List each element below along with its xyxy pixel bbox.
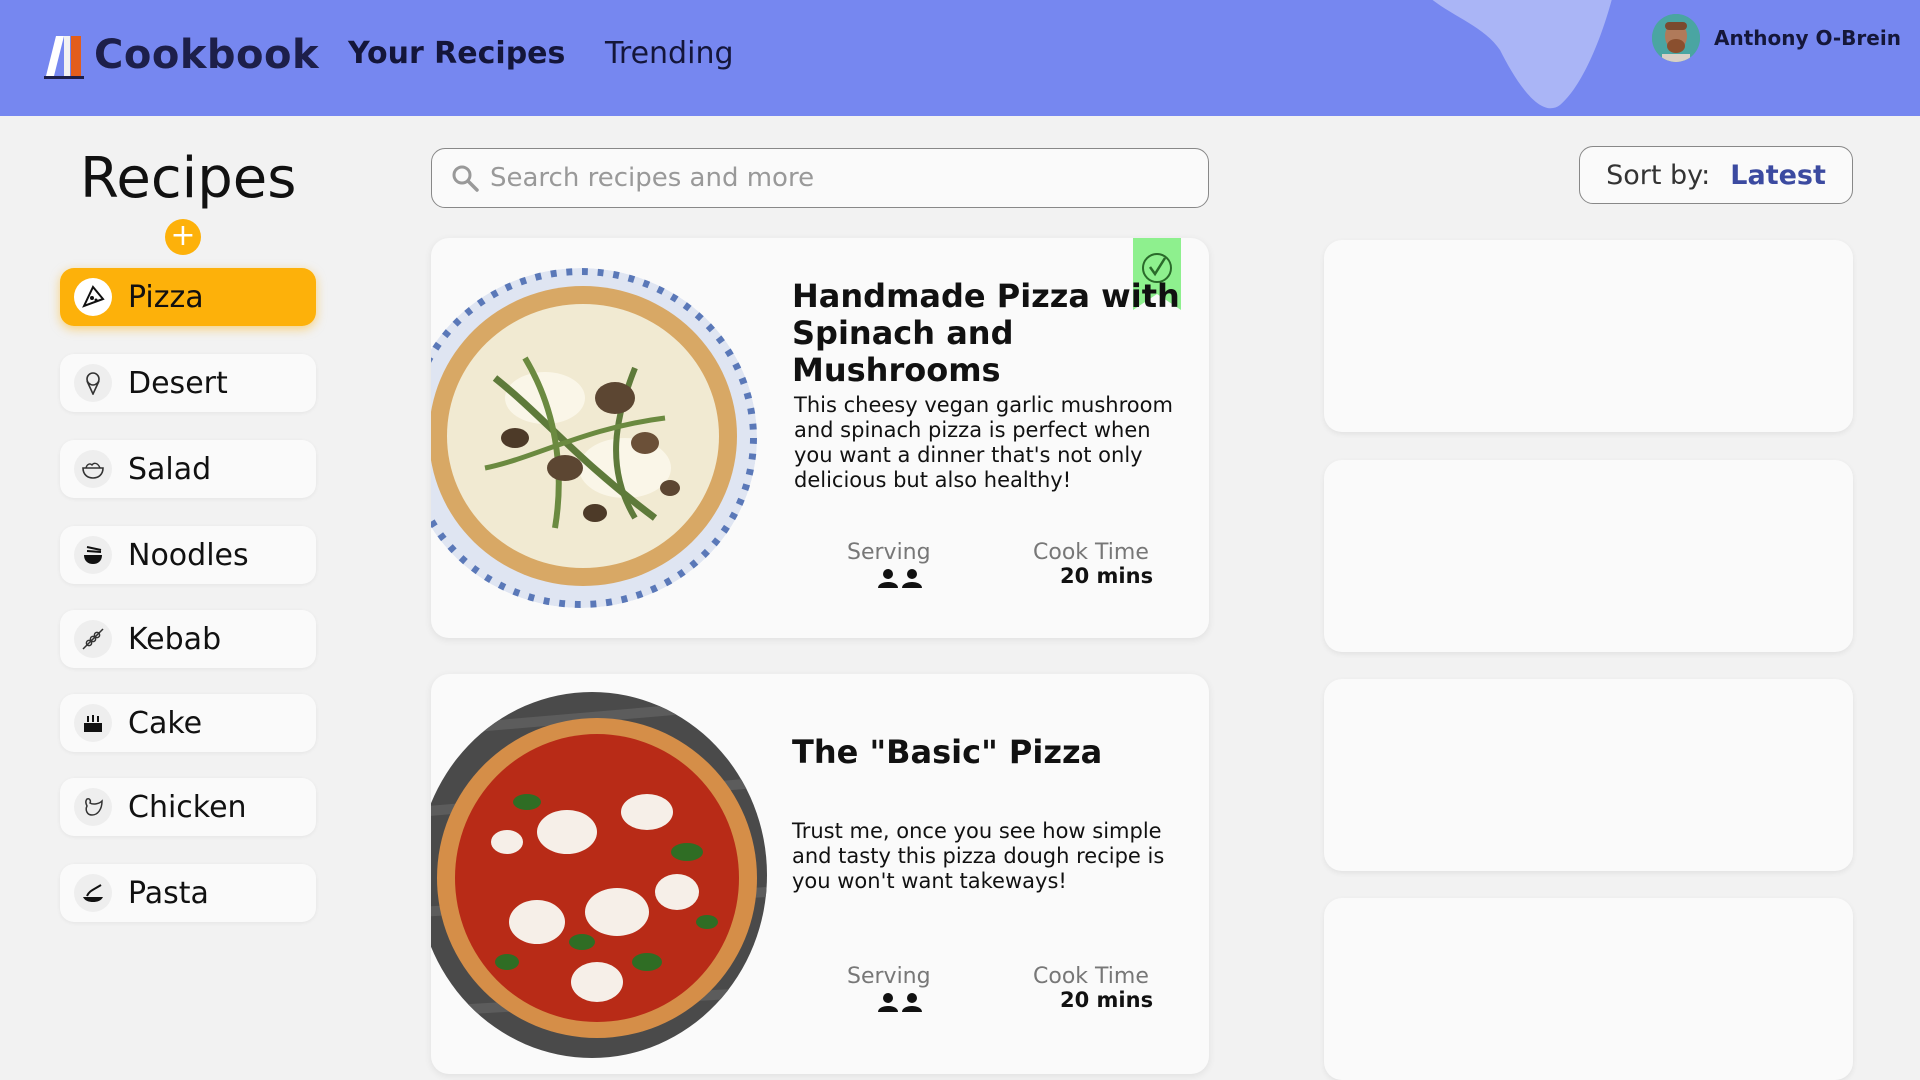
category-noodles[interactable]: Noodles	[60, 526, 316, 584]
serving-label: Serving	[847, 964, 931, 989]
sort-dropdown[interactable]: Sort by: Latest	[1579, 146, 1853, 204]
recipe-image	[431, 692, 767, 1058]
search-icon	[452, 165, 479, 192]
books-logo-icon	[44, 36, 84, 79]
sort-label: Sort by:	[1606, 159, 1711, 191]
recipe-card[interactable]: Handmade Pizza with Spinach and Mushroom…	[431, 238, 1209, 638]
cook-time-value: 20 mins	[1060, 564, 1154, 588]
cook-time-label: Cook Time	[1033, 964, 1149, 989]
page-title: Recipes	[80, 146, 297, 211]
search-input[interactable]	[490, 163, 1190, 193]
recipe-card[interactable]: The "Basic" Pizza Trust me, once you see…	[431, 674, 1209, 1074]
serving-icons	[878, 992, 922, 1012]
recipe-description: This cheesy vegan garlic mushroom and sp…	[794, 393, 1173, 492]
chicken-icon	[74, 788, 112, 826]
cake-icon	[74, 704, 112, 742]
serving-label: Serving	[847, 540, 931, 565]
user-profile[interactable]: Anthony O-Brein	[1652, 14, 1901, 62]
placeholder-panel	[1324, 898, 1853, 1080]
category-label: Salad	[128, 451, 212, 487]
placeholder-panel	[1324, 679, 1853, 871]
user-avatar-icon	[1652, 14, 1700, 62]
category-label: Cake	[128, 705, 203, 741]
pizza-icon	[74, 278, 112, 316]
logo-text: Cookbook	[94, 32, 320, 78]
category-cake[interactable]: Cake	[60, 694, 316, 752]
category-pizza[interactable]: Pizza	[60, 268, 316, 326]
category-chicken[interactable]: Chicken	[60, 778, 316, 836]
placeholder-panel	[1324, 240, 1853, 432]
recipe-image	[431, 268, 757, 608]
recipe-title: Handmade Pizza with Spinach and Mushroom…	[792, 277, 1180, 389]
ice-cream-icon	[74, 364, 112, 402]
category-label: Pasta	[128, 875, 209, 911]
recipe-title: The "Basic" Pizza	[792, 733, 1103, 771]
recipe-description: Trust me, once you see how simple and ta…	[792, 819, 1165, 893]
cook-time-label: Cook Time	[1033, 540, 1149, 565]
category-label: Kebab	[128, 621, 222, 657]
category-salad[interactable]: Salad	[60, 440, 316, 498]
category-pasta[interactable]: Pasta	[60, 864, 316, 922]
kebab-icon	[74, 620, 112, 658]
category-label: Pizza	[128, 279, 204, 315]
category-kebab[interactable]: Kebab	[60, 610, 316, 668]
serving-icons	[878, 568, 922, 588]
top-navigation-bar: Cookbook Your Recipes Trending Anthony O…	[0, 0, 1920, 116]
decorative-blob	[1432, 0, 1612, 109]
app-logo[interactable]: Cookbook	[42, 30, 319, 80]
person-icon	[878, 993, 898, 1012]
category-desert[interactable]: Desert	[60, 354, 316, 412]
person-icon	[878, 569, 898, 588]
category-label: Desert	[128, 365, 228, 401]
nav-your-recipes[interactable]: Your Recipes	[348, 36, 565, 71]
category-label: Noodles	[128, 537, 249, 573]
avatar	[1652, 14, 1700, 62]
noodles-icon	[74, 536, 112, 574]
nav-trending[interactable]: Trending	[605, 36, 734, 71]
placeholder-panel	[1324, 460, 1853, 652]
add-recipe-button[interactable]: +	[165, 219, 201, 255]
category-label: Chicken	[128, 789, 247, 825]
pasta-icon	[74, 874, 112, 912]
person-icon	[902, 569, 922, 588]
person-icon	[902, 993, 922, 1012]
salad-bowl-icon	[74, 450, 112, 488]
sort-value: Latest	[1730, 159, 1826, 191]
user-name: Anthony O-Brein	[1714, 26, 1901, 50]
cook-time-value: 20 mins	[1060, 988, 1154, 1012]
search-bar[interactable]	[431, 148, 1209, 208]
